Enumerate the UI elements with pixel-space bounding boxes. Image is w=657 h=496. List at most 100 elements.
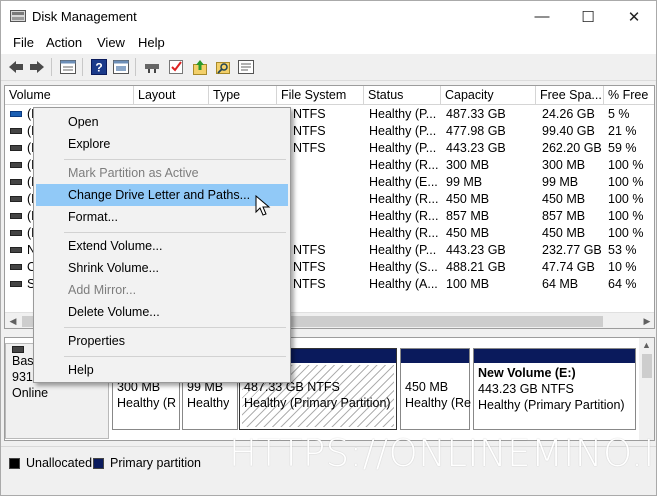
cell-pct: 53 %: [608, 243, 637, 257]
cell-status: Healthy (R...: [369, 158, 439, 172]
vertical-scroll-thumb[interactable]: [642, 354, 652, 378]
column-header-file-system[interactable]: File System: [277, 86, 364, 105]
menu-item-format[interactable]: Format...: [36, 206, 288, 228]
cell-fs: [293, 157, 363, 174]
cell-status: Healthy (R...: [369, 209, 439, 223]
cell-fs: NTFS: [293, 243, 326, 257]
menu-item-mark-partition-active[interactable]: Mark Partition as Active: [36, 162, 288, 184]
cell-fs: NTFS: [293, 107, 326, 121]
cell-capacity: 99 MB: [446, 175, 483, 189]
vertical-scrollbar[interactable]: ▲: [639, 338, 654, 440]
column-header-layout[interactable]: Layout: [134, 86, 209, 105]
search-icon[interactable]: [214, 58, 232, 76]
legend-label: Unallocated: [26, 456, 93, 470]
cell-capacity: 857 MB: [446, 209, 490, 223]
partition-status: Healthy: [187, 396, 230, 410]
volume-icon: [10, 179, 22, 185]
partition-size: 450 MB: [405, 380, 449, 394]
menu-help[interactable]: Help: [138, 35, 165, 50]
scroll-left-icon[interactable]: ◀: [7, 315, 19, 328]
cell-pct: 5 %: [608, 107, 630, 121]
menu-bar: File Action View Help: [1, 32, 656, 54]
volume-icon: [10, 196, 22, 202]
disk-list-icon[interactable]: [112, 58, 130, 76]
volume-icon: [10, 281, 22, 287]
column-header-volume[interactable]: Volume: [5, 86, 134, 105]
cell-status: Healthy (R...: [369, 226, 439, 240]
cell-free: 64 MB: [542, 277, 579, 291]
cell-pct: 10 %: [608, 260, 637, 274]
back-arrow-icon[interactable]: [7, 58, 25, 76]
cell-capacity: 100 MB: [446, 277, 490, 291]
menu-item-change-drive-letter[interactable]: Change Drive Letter and Paths...: [36, 184, 288, 206]
cell-free: 450 MB: [542, 192, 586, 206]
cell-fs: NTFS: [293, 260, 326, 274]
volume-icon: [10, 264, 22, 270]
menu-item-extend-volume[interactable]: Extend Volume...: [36, 235, 288, 257]
cell-status: Healthy (R...: [369, 192, 439, 206]
cell-fs: [293, 174, 363, 191]
disk-status: Online: [12, 386, 49, 400]
column-header-type[interactable]: Type: [209, 86, 277, 105]
checkmark-icon[interactable]: [167, 58, 185, 76]
cell-free: 232.77 GB: [542, 243, 602, 257]
cell-pct: 64 %: [608, 277, 637, 291]
cell-status: Healthy (E...: [369, 175, 438, 189]
partition-size: 443.23 GB NTFS: [478, 382, 574, 396]
partition-status: Healthy (Re: [405, 396, 471, 410]
menu-view[interactable]: View: [97, 35, 125, 50]
cell-free: 24.26 GB: [542, 107, 595, 121]
cell-capacity: 450 MB: [446, 192, 490, 206]
close-button[interactable]: ✕: [611, 1, 657, 32]
menu-file[interactable]: File: [13, 35, 34, 50]
menu-item-explore[interactable]: Explore: [36, 133, 288, 155]
partition-new-volume-e[interactable]: New Volume (E:) 443.23 GB NTFS Healthy (…: [473, 348, 636, 430]
menu-action[interactable]: Action: [46, 35, 82, 50]
cell-pct: 21 %: [608, 124, 637, 138]
legend-label: Primary partition: [110, 456, 201, 470]
scroll-right-icon[interactable]: ▶: [641, 315, 653, 328]
volume-icon: [10, 111, 22, 117]
connect-icon[interactable]: [143, 58, 161, 76]
column-header-percent-free[interactable]: % Free: [604, 86, 654, 105]
scroll-up-icon[interactable]: ▲: [642, 340, 651, 350]
menu-item-add-mirror[interactable]: Add Mirror...: [36, 279, 288, 301]
title-bar[interactable]: Disk Management — ☐ ✕: [1, 1, 656, 32]
menu-item-shrink-volume[interactable]: Shrink Volume...: [36, 257, 288, 279]
column-header-free-space[interactable]: Free Spa...: [536, 86, 604, 105]
menu-item-properties[interactable]: Properties: [36, 330, 288, 352]
volume-icon: [10, 247, 22, 253]
volume-icon: [10, 230, 22, 236]
volume-list-icon[interactable]: [59, 58, 77, 76]
cell-capacity: 443.23 GB: [446, 141, 506, 155]
disk-management-app-icon: [10, 10, 26, 22]
volume-list-header: Volume Layout Type File System Status Ca…: [5, 86, 654, 105]
cell-free: 262.20 GB: [542, 141, 602, 155]
primary-partition-swatch: [93, 457, 104, 469]
legend-primary-partition: Primary partition: [93, 456, 201, 470]
column-header-status[interactable]: Status: [364, 86, 441, 105]
forward-arrow-icon[interactable]: [28, 58, 46, 76]
unallocated-swatch: [9, 457, 20, 469]
watermark-text: HTTPS://ONLINEMINO.I: [229, 432, 655, 475]
legend-unallocated: Unallocated: [9, 456, 92, 470]
maximize-button[interactable]: ☐: [565, 1, 611, 32]
cell-fs: NTFS: [293, 141, 326, 155]
properties-icon[interactable]: [237, 58, 255, 76]
volume-icon: [10, 145, 22, 151]
window-title: Disk Management: [32, 9, 137, 24]
volume-icon: [10, 213, 22, 219]
cell-pct: 100 %: [608, 158, 644, 172]
column-header-capacity[interactable]: Capacity: [441, 86, 536, 105]
menu-item-delete-volume[interactable]: Delete Volume...: [36, 301, 288, 323]
menu-item-open[interactable]: Open: [36, 111, 288, 133]
menu-item-help[interactable]: Help: [36, 359, 288, 381]
mouse-pointer-icon: [255, 195, 271, 216]
minimize-button[interactable]: —: [519, 1, 565, 32]
cell-pct: 100 %: [608, 209, 644, 223]
cell-status: Healthy (A...: [369, 277, 438, 291]
help-icon[interactable]: ?: [90, 58, 108, 76]
partition-recovery-450mb[interactable]: 450 MB Healthy (Re: [400, 348, 471, 430]
up-arrow-icon[interactable]: [191, 58, 209, 76]
partition-status: Healthy (Primary Partition): [478, 398, 625, 412]
